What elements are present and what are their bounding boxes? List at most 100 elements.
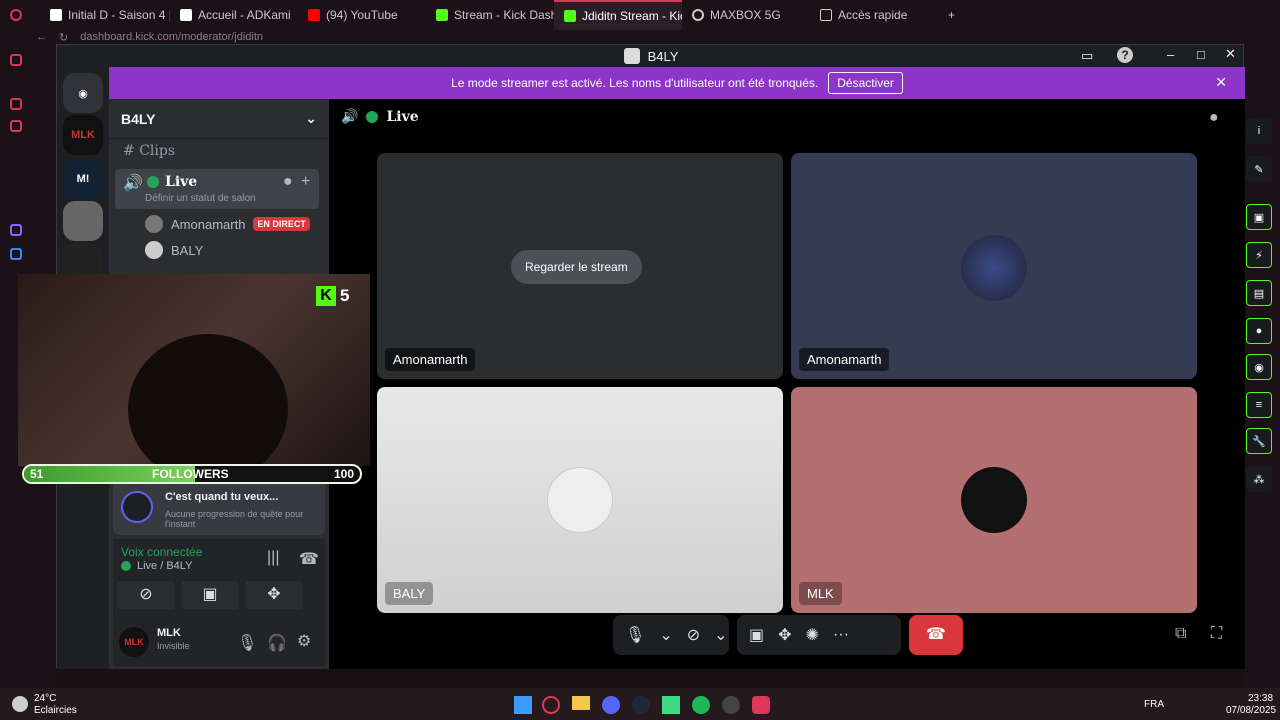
activity-icon[interactable]: ✥ bbox=[778, 625, 791, 645]
soundboard-icon[interactable]: ✺ bbox=[806, 625, 819, 645]
sidebar-app-icon[interactable] bbox=[10, 98, 22, 110]
channel-clips[interactable]: # Clips bbox=[123, 143, 175, 159]
leave-call-button[interactable]: ☎ bbox=[909, 615, 963, 655]
participant-name: Amonamarth bbox=[385, 348, 476, 371]
watch-stream-button[interactable]: Regarder le stream bbox=[511, 250, 642, 284]
server-mlk-icon[interactable]: MLK bbox=[63, 115, 103, 155]
browser-tab-quick-access[interactable]: Accès rapide bbox=[810, 0, 938, 30]
voice-status-label[interactable]: Voix connectée bbox=[121, 545, 202, 559]
weather-temp[interactable]: 24°C bbox=[34, 693, 56, 704]
opera-icon[interactable] bbox=[542, 696, 560, 714]
speaker-icon: 🔊 bbox=[341, 109, 359, 125]
info-icon[interactable]: i bbox=[1246, 118, 1272, 144]
folder-icon[interactable] bbox=[572, 696, 590, 710]
url-text[interactable]: dashboard.kick.com/moderator/jdiditn bbox=[80, 31, 263, 43]
sidebar-app-icon[interactable] bbox=[10, 120, 22, 132]
clock-time[interactable]: 23:38 bbox=[1248, 693, 1273, 704]
chevron-down-icon[interactable]: ⌄ bbox=[659, 625, 672, 645]
chat-icon[interactable]: ● bbox=[1246, 318, 1272, 344]
popout-icon[interactable]: ⧉ bbox=[1175, 625, 1186, 643]
tab-label: Stream - Kick Dashboard bbox=[454, 8, 554, 22]
sidebar-app-icon[interactable] bbox=[10, 54, 22, 66]
weather-desc[interactable]: Eclaircies bbox=[34, 705, 77, 716]
chat-bubble-icon[interactable]: ● bbox=[1209, 109, 1219, 127]
soundboard-button[interactable] bbox=[309, 581, 321, 609]
android-icon[interactable] bbox=[662, 696, 680, 714]
avatar[interactable]: MLK bbox=[119, 627, 149, 657]
chat-bubble-icon[interactable]: ● bbox=[283, 173, 293, 191]
channel-status[interactable]: Définir un statut de salon bbox=[145, 193, 256, 204]
camera-off-icon[interactable]: ⊘ bbox=[687, 625, 700, 645]
tab-label: Initial D - Saison 4 | Anim bbox=[68, 8, 170, 22]
messenger-icon[interactable] bbox=[10, 248, 22, 260]
discord-icon[interactable] bbox=[602, 696, 620, 714]
browser-tab-kick-dashboard[interactable]: Stream - Kick Dashboard bbox=[426, 0, 554, 30]
media-controls: ▣ ✥ ✺ ··· bbox=[737, 615, 901, 655]
discord-home-icon[interactable]: ◉ bbox=[63, 73, 103, 113]
browser-tab-initiald[interactable]: Initial D - Saison 4 | Anim bbox=[40, 0, 170, 30]
minimize-icon[interactable]: – bbox=[1167, 47, 1174, 62]
maximize-icon[interactable]: □ bbox=[1197, 47, 1205, 62]
list-icon[interactable]: ≡ bbox=[1246, 392, 1272, 418]
microphone-icon[interactable]: 🎙 bbox=[237, 633, 257, 653]
screen-icon[interactable]: ▣ bbox=[1246, 204, 1272, 230]
close-window-icon[interactable]: ✕ bbox=[1225, 46, 1236, 62]
stream-tile[interactable]: Regarder le stream Amonamarth bbox=[377, 153, 783, 379]
server-header[interactable]: B4LY ⌄ bbox=[109, 99, 329, 139]
obs-icon[interactable] bbox=[722, 696, 740, 714]
close-banner-icon[interactable]: ✕ bbox=[1215, 74, 1227, 91]
browser-tab-kick-stream[interactable]: Jdiditn Stream - Kick bbox=[554, 0, 682, 30]
participant-tile[interactable]: BALY bbox=[377, 387, 783, 613]
language-indicator[interactable]: FRA bbox=[1144, 699, 1164, 710]
participant-tile[interactable]: Amonamarth bbox=[791, 153, 1197, 379]
server-b4ly-icon[interactable] bbox=[63, 201, 103, 241]
document-icon[interactable]: ▤ bbox=[1246, 280, 1272, 306]
voice-channel-link[interactable]: Live / B4LY bbox=[137, 560, 192, 572]
app-icon[interactable] bbox=[752, 696, 770, 714]
headphones-icon[interactable]: 🎧 bbox=[267, 633, 287, 653]
channel-live[interactable]: 🔊 Live Définir un statut de salon ● + bbox=[115, 169, 319, 209]
back-icon[interactable]: ← bbox=[36, 31, 47, 43]
inbox-icon[interactable]: ▭ bbox=[1081, 48, 1093, 64]
screen-share-button[interactable]: ▣ bbox=[181, 581, 239, 609]
twitch-icon[interactable] bbox=[10, 224, 22, 236]
broadcast-icon[interactable]: ◉ bbox=[1246, 354, 1272, 380]
reload-icon[interactable]: ↻ bbox=[59, 31, 68, 44]
server-m-icon[interactable]: M! bbox=[63, 159, 103, 199]
browser-menu-icon[interactable] bbox=[0, 0, 40, 30]
disable-streamer-mode-button[interactable]: Désactiver bbox=[828, 72, 903, 94]
fullscreen-icon[interactable]: ⛶ bbox=[1211, 625, 1222, 643]
mic-control[interactable]: 🎙 ⌄ ⊘ ⌄ bbox=[613, 615, 729, 655]
clock-date[interactable]: 07/08/2025 bbox=[1226, 705, 1276, 716]
browser-tab-maxbox[interactable]: MAXBOX 5G bbox=[682, 0, 810, 30]
steam-icon[interactable] bbox=[632, 696, 650, 714]
edit-icon[interactable]: ✎ bbox=[1246, 156, 1272, 182]
noise-suppression-icon[interactable]: ||| bbox=[267, 549, 279, 567]
participant-tile[interactable]: MLK bbox=[791, 387, 1197, 613]
weather-icon[interactable] bbox=[12, 696, 28, 712]
voice-member[interactable]: Amonamarth EN DIRECT bbox=[145, 215, 310, 233]
wrench-icon[interactable]: 🔧 bbox=[1246, 428, 1272, 454]
followers-label: FOLLOWERS bbox=[152, 467, 229, 481]
microphone-icon[interactable]: 🎙 bbox=[625, 625, 645, 645]
spotify-icon[interactable] bbox=[692, 696, 710, 714]
more-icon[interactable]: ⁂ bbox=[1246, 466, 1272, 492]
new-tab-button[interactable]: + bbox=[938, 0, 958, 30]
browser-tab-youtube[interactable]: (94) YouTube bbox=[298, 0, 426, 30]
activity-button[interactable]: ✥ bbox=[245, 581, 303, 609]
camera-toggle-button[interactable]: ⊘ bbox=[117, 581, 175, 609]
disconnect-icon[interactable]: ☎ bbox=[299, 549, 319, 569]
quest-card[interactable]: C'est quand tu veux... Aucune progressio… bbox=[113, 479, 325, 535]
streamer-mode-banner: Le mode streamer est activé. Les noms d'… bbox=[109, 67, 1245, 99]
address-bar[interactable]: ← ↻ dashboard.kick.com/moderator/jdiditn bbox=[0, 30, 1280, 44]
voice-member[interactable]: BALY bbox=[145, 241, 203, 259]
more-icon[interactable]: ··· bbox=[833, 626, 849, 644]
screen-share-icon[interactable]: ▣ bbox=[749, 625, 764, 645]
add-user-icon[interactable]: + bbox=[301, 173, 310, 191]
help-icon[interactable]: ? bbox=[1117, 47, 1133, 63]
gear-icon[interactable]: ⚙ bbox=[297, 631, 311, 651]
chevron-down-icon[interactable]: ⌄ bbox=[714, 625, 727, 645]
lightning-icon[interactable]: ⚡ bbox=[1246, 242, 1272, 268]
start-icon[interactable] bbox=[514, 696, 532, 714]
browser-tab-adkami[interactable]: Accueil - ADKami bbox=[170, 0, 298, 30]
